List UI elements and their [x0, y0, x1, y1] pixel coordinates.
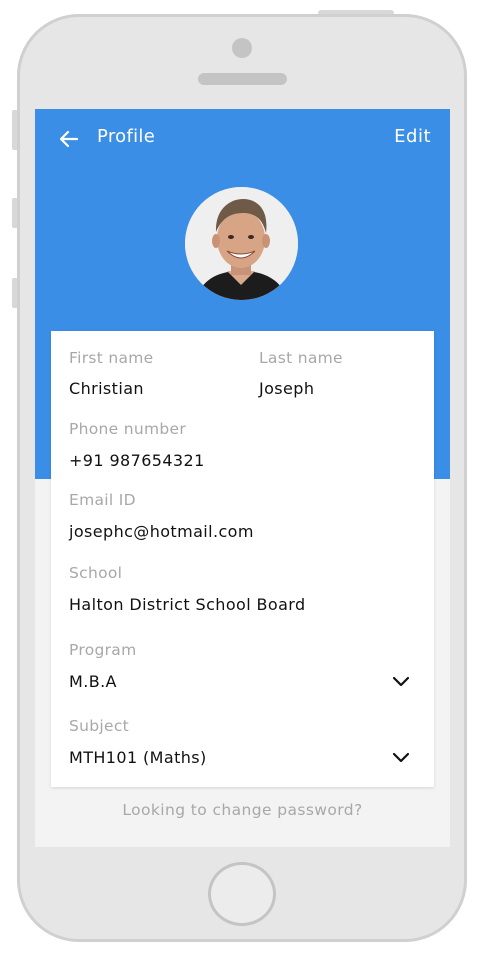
phone-number-value[interactable]: +91 987654321: [69, 451, 205, 470]
chevron-down-icon[interactable]: [392, 752, 410, 764]
first-name-value[interactable]: Christian: [69, 379, 144, 398]
page-title: Profile: [97, 126, 156, 147]
email-value[interactable]: josephc@hotmail.com: [69, 522, 254, 541]
email-label: Email ID: [69, 491, 136, 509]
phone-speaker: [198, 73, 287, 85]
subject-label: Subject: [69, 717, 130, 735]
subject-select[interactable]: MTH101 (Maths): [69, 748, 207, 767]
change-password-link[interactable]: Looking to change password?: [35, 801, 450, 819]
last-name-label: Last name: [259, 349, 343, 367]
phone-home-button[interactable]: [208, 862, 276, 926]
school-value[interactable]: Halton District School Board: [69, 595, 306, 614]
phone-number-label: Phone number: [69, 420, 187, 438]
app-screen: Profile Edit First name Christian Last n…: [35, 109, 450, 847]
program-select[interactable]: M.B.A: [69, 672, 117, 691]
phone-camera: [232, 38, 252, 58]
chevron-down-icon[interactable]: [392, 676, 410, 688]
device-mockup: Profile Edit First name Christian Last n…: [0, 0, 481, 954]
edit-button[interactable]: Edit: [394, 126, 431, 147]
last-name-value[interactable]: Joseph: [259, 379, 314, 398]
avatar: [185, 187, 298, 300]
first-name-label: First name: [69, 349, 154, 367]
user-photo-icon: [185, 187, 298, 300]
program-label: Program: [69, 641, 137, 659]
school-label: School: [69, 564, 123, 582]
back-arrow-icon[interactable]: [57, 127, 81, 151]
profile-card: First name Christian Last name Joseph Ph…: [51, 331, 434, 787]
